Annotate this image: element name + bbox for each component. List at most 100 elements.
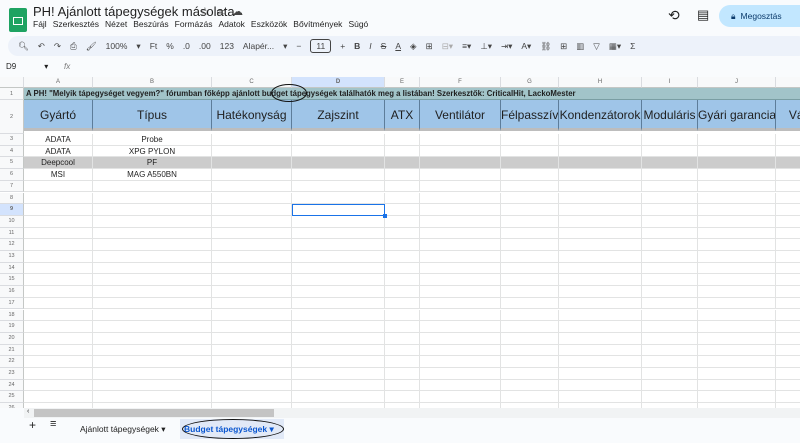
cell[interactable] [642,297,698,310]
italic-button[interactable]: I [369,41,371,51]
cell[interactable] [776,157,800,170]
cell[interactable] [559,227,642,240]
cell[interactable] [642,356,698,368]
cell[interactable] [698,157,776,170]
cell[interactable] [93,379,212,392]
row-header[interactable]: 16 [0,286,24,298]
row-header[interactable]: 10 [0,215,24,228]
cell[interactable] [24,391,93,404]
cell[interactable] [501,262,559,275]
cell[interactable] [385,134,420,146]
cell[interactable] [292,274,385,287]
cell[interactable] [385,286,420,298]
menu-item[interactable]: Súgó [348,19,368,29]
cell[interactable] [776,368,800,380]
cell[interactable] [292,145,385,158]
cell[interactable] [420,192,501,205]
column-header[interactable]: G [501,77,559,88]
cell[interactable] [93,332,212,345]
cell[interactable]: MAG A550BN [93,169,212,181]
add-sheet-button[interactable]: + [29,418,36,432]
cell[interactable] [24,239,93,251]
spreadsheet-grid[interactable]: A B C D E F G H I J 1 2 3 4 5 6 7 8 9 10 11 12 13 14 15 16 17 18 19 2… [0,77,800,408]
cell[interactable] [24,215,93,228]
cell[interactable]: Deepcool [24,157,93,170]
undo-icon[interactable]: ↶ [38,41,45,52]
cell[interactable] [292,379,385,392]
star-icon[interactable]: ☆ [200,5,210,18]
cell[interactable] [698,262,776,275]
cell[interactable] [698,169,776,181]
text-color-icon[interactable]: A [395,41,401,51]
cell[interactable] [292,356,385,368]
column-header[interactable]: H [559,77,642,88]
cell[interactable] [642,215,698,228]
select-all-corner[interactable] [0,77,24,88]
title-row-cell[interactable]: A PH! "Melyik tápegységet vegyem?" fórum… [24,88,800,100]
cell[interactable] [420,274,501,287]
cell[interactable] [559,356,642,368]
cell[interactable] [559,215,642,228]
cell[interactable] [642,344,698,357]
column-title-cell[interactable]: Gyártó [24,100,93,131]
cell[interactable] [212,297,292,310]
cell[interactable] [385,274,420,287]
move-folder-icon[interactable]: ▭ [216,5,226,18]
cell[interactable] [385,192,420,205]
number-format-button[interactable]: 123 [220,41,234,51]
cell[interactable] [212,309,292,322]
cell[interactable] [642,286,698,298]
column-header[interactable] [776,77,800,88]
cell[interactable] [420,379,501,392]
cell[interactable] [212,180,292,193]
insert-chart-icon[interactable]: ▥ [576,41,584,52]
cell[interactable] [776,146,800,158]
font-select[interactable]: Alapér... [243,41,274,51]
cell[interactable] [93,356,212,368]
cell[interactable] [559,368,642,380]
cell[interactable] [212,344,292,357]
cell[interactable] [501,379,559,392]
cell[interactable] [559,180,642,193]
cell[interactable] [385,169,420,181]
column-title-cell[interactable]: Zajszint [292,100,385,131]
cell[interactable] [501,227,559,240]
cell[interactable] [776,310,800,322]
cell[interactable] [420,145,501,158]
cell[interactable] [698,215,776,228]
decrease-decimal-button[interactable]: .0 [183,41,190,51]
cell[interactable] [776,134,800,146]
cell[interactable] [698,297,776,310]
cloud-status-icon[interactable]: ☁ [232,5,243,18]
cell[interactable] [559,192,642,205]
bold-button[interactable]: B [354,41,360,51]
cell[interactable]: ADATA [24,134,93,146]
cell[interactable] [501,169,559,181]
column-title-cell[interactable]: Kondenzátorok [559,100,642,131]
cell[interactable] [292,215,385,228]
link-icon[interactable]: ⛓︎ [540,41,551,52]
row-header[interactable]: 19 [0,321,24,333]
cell[interactable] [212,368,292,380]
cell[interactable] [776,181,800,193]
row-header[interactable]: 22 [0,356,24,368]
cell[interactable] [559,204,642,216]
cell[interactable] [292,262,385,275]
cell[interactable] [420,251,501,263]
cell[interactable] [776,298,800,310]
cell[interactable] [420,180,501,193]
cell[interactable] [24,297,93,310]
cell[interactable] [420,356,501,368]
cell[interactable] [642,321,698,333]
cell[interactable] [93,227,212,240]
all-sheets-icon[interactable]: ≡ [50,418,56,430]
cell[interactable] [559,391,642,404]
cell[interactable] [501,145,559,158]
currency-button[interactable]: Ft [150,41,158,51]
column-header[interactable]: E [385,77,420,88]
cell[interactable] [501,344,559,357]
cell[interactable] [559,379,642,392]
row-header[interactable]: 23 [0,368,24,380]
row-header[interactable]: 21 [0,344,24,357]
cell[interactable] [642,391,698,404]
